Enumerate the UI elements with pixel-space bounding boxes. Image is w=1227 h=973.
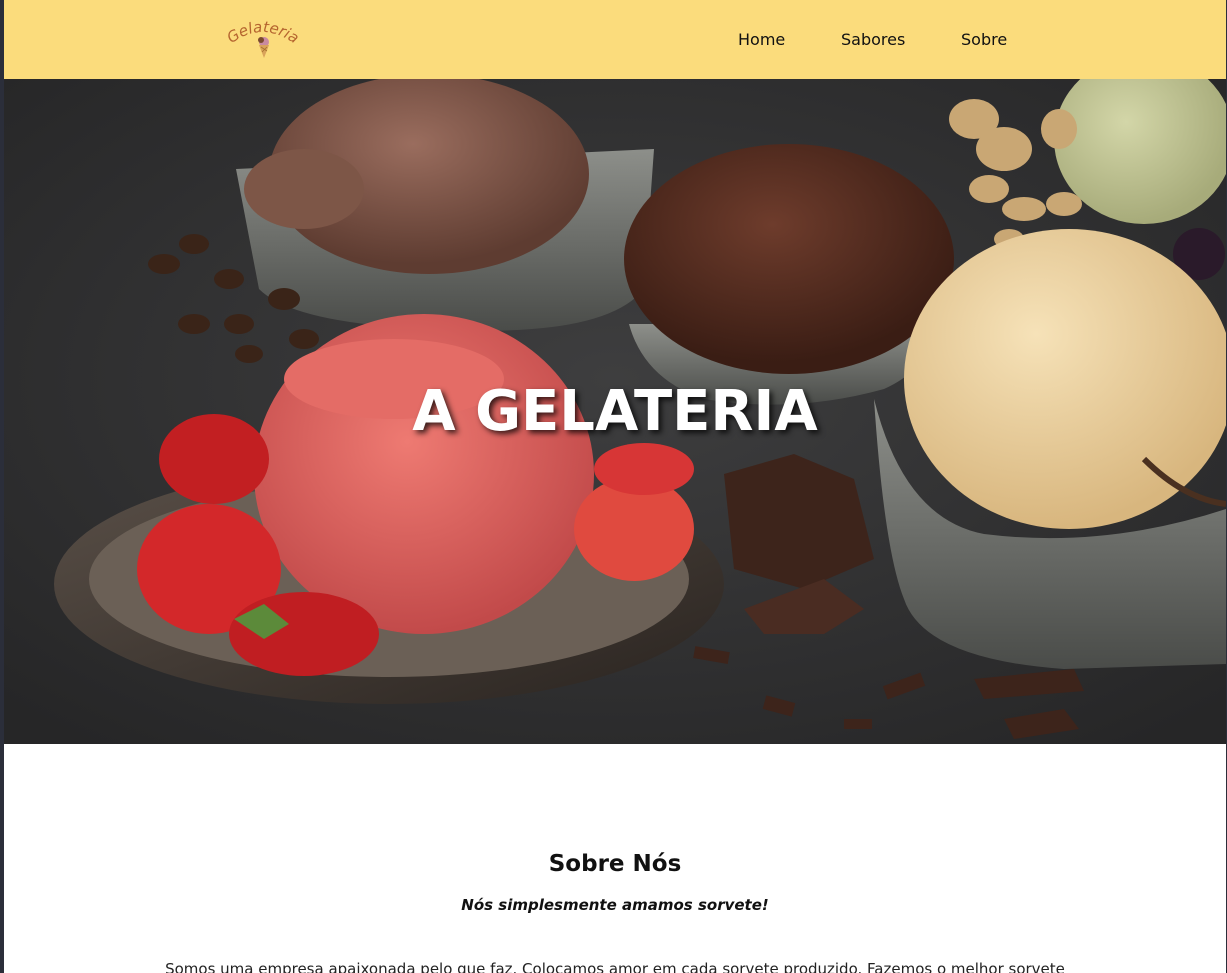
brand-logo[interactable]: Gelateria bbox=[220, 14, 304, 64]
nav-link-sabores[interactable]: Sabores bbox=[841, 30, 905, 49]
nav-link-home[interactable]: Home bbox=[738, 30, 785, 49]
hero-banner: A GELATERIA bbox=[4, 79, 1226, 744]
site-header: Gelateria Home Sabores Sobre bbox=[4, 0, 1226, 79]
ice-cream-cone-icon bbox=[258, 37, 269, 58]
logo-graphic: Gelateria bbox=[224, 18, 302, 58]
about-title: Sobre Nós bbox=[548, 851, 682, 877]
about-text: Somos uma empresa apaixonada pelo que fa… bbox=[165, 960, 1065, 973]
about-subtitle: Nós simplesmente amamos sorvete! bbox=[461, 896, 769, 914]
page: Gelateria Home Sabores Sobre A GELATERIA… bbox=[4, 0, 1226, 973]
nav-link-sobre[interactable]: Sobre bbox=[961, 30, 1007, 49]
hero-title: A GELATERIA bbox=[412, 379, 818, 444]
